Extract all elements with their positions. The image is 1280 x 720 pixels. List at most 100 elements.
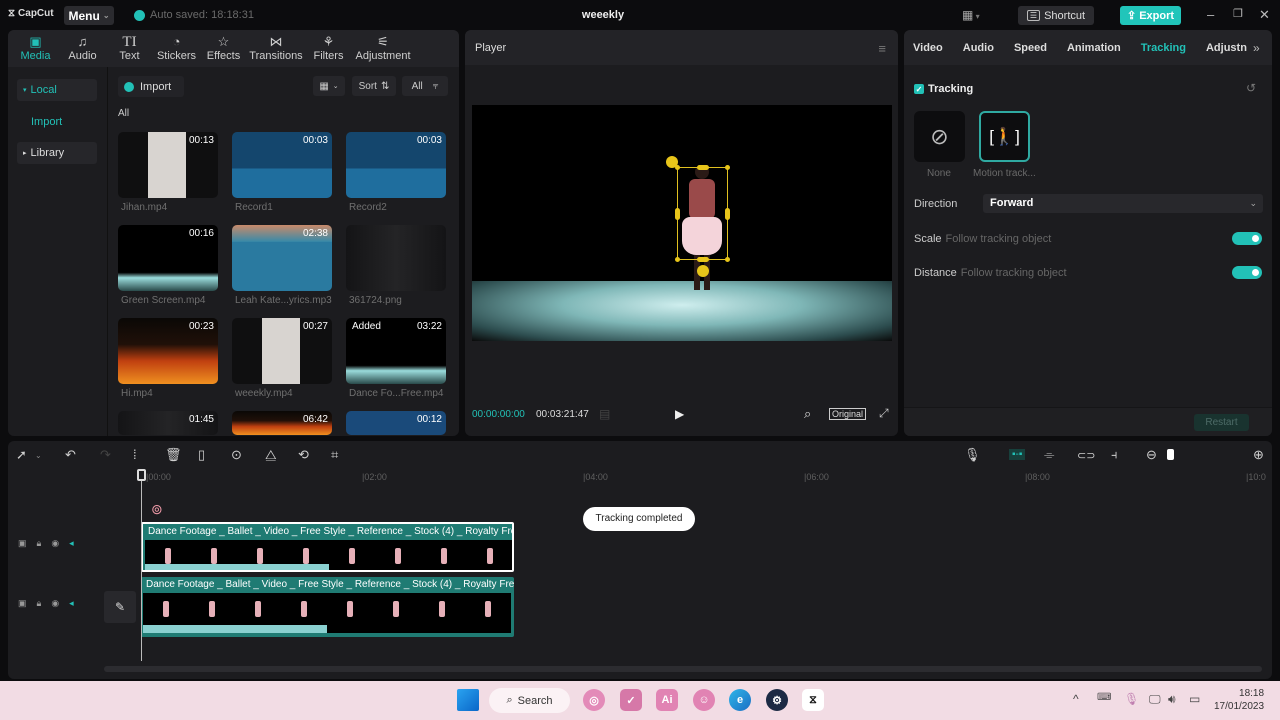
tab-audio[interactable]: ♫ Audio xyxy=(59,30,106,67)
tab-adjustment[interactable]: Adjustn xyxy=(1206,42,1247,54)
edge-icon[interactable]: e xyxy=(729,689,751,711)
eye-icon[interactable]: ◉ xyxy=(51,598,59,609)
cover-icon[interactable]: ▣ xyxy=(18,598,27,609)
lock-icon[interactable]: 🔒︎ xyxy=(37,598,42,609)
edit-cover-button[interactable]: ✎ xyxy=(104,591,136,623)
restart-button[interactable]: Restart xyxy=(1194,414,1249,431)
media-item-thumbnail[interactable]: 01:45 xyxy=(118,411,218,435)
tracking-option-none[interactable]: ⊘ xyxy=(914,111,965,162)
rotate-icon[interactable]: ⟲ xyxy=(298,447,309,463)
ratio-button[interactable]: Original xyxy=(829,408,867,420)
layout-button[interactable]: ▦ ▾ xyxy=(962,8,980,22)
play-icon[interactable]: ▶ xyxy=(675,407,684,421)
playhead-line[interactable] xyxy=(141,471,142,661)
video-preview[interactable] xyxy=(472,105,892,341)
sidebar-item-import[interactable]: Import xyxy=(17,111,97,133)
export-button[interactable]: ⇪ Export xyxy=(1120,6,1181,25)
resize-handle[interactable] xyxy=(697,165,709,170)
close-icon[interactable]: ✕ xyxy=(1259,7,1270,23)
media-item-thumbnail[interactable]: 00:16 xyxy=(118,225,218,291)
zoom-slider-handle[interactable] xyxy=(1167,449,1174,460)
zoom-out-icon[interactable]: ⊖ xyxy=(1146,447,1157,463)
eye-icon[interactable]: ◉ xyxy=(51,538,59,549)
media-item-thumbnail[interactable]: 00:27 xyxy=(232,318,332,384)
resize-handle[interactable] xyxy=(675,165,680,170)
delete-icon[interactable]: 🗑 xyxy=(165,447,182,463)
split-icon[interactable]: ⁞ xyxy=(133,447,137,462)
shortcut-button[interactable]: ☰ Shortcut xyxy=(1018,6,1094,25)
distance-toggle[interactable] xyxy=(1232,266,1262,279)
mirror-icon[interactable]: ⧋ xyxy=(265,447,277,463)
filter-button[interactable]: All ⫧ xyxy=(402,76,448,96)
select-tool-icon[interactable]: ➚ xyxy=(16,447,27,463)
more-tabs-icon[interactable]: » xyxy=(1253,41,1260,55)
obs-icon[interactable]: ◎ xyxy=(583,689,605,711)
timeline-scrollbar[interactable] xyxy=(104,666,1262,672)
audio-mute-icon[interactable]: ◂ xyxy=(69,538,74,549)
network-icon[interactable]: 🖵 xyxy=(1149,692,1161,707)
tracking-option-motion[interactable]: [🚶] xyxy=(979,111,1030,162)
scale-toggle[interactable] xyxy=(1232,232,1262,245)
steam-icon[interactable]: ⚙ xyxy=(766,689,788,711)
lock-icon[interactable]: 🔒︎ xyxy=(37,538,42,549)
tab-speed[interactable]: Speed xyxy=(1014,42,1047,54)
volume-icon[interactable]: 🔊︎ xyxy=(1168,692,1176,707)
microphone-tray-icon[interactable]: 🎙 xyxy=(1124,692,1139,706)
playhead-handle[interactable] xyxy=(137,469,146,481)
tab-animation[interactable]: Animation xyxy=(1067,42,1121,54)
tab-effects[interactable]: ☆ Effects xyxy=(200,30,247,67)
link-icon[interactable]: ⊂⊃ xyxy=(1077,449,1095,462)
discord-icon[interactable]: ☺ xyxy=(693,689,715,711)
waveform-icon[interactable]: ▤ xyxy=(599,407,610,421)
undo-icon[interactable]: ↶ xyxy=(65,447,76,463)
redo-icon[interactable]: ↷ xyxy=(100,447,111,463)
reset-icon[interactable]: ↺ xyxy=(1246,81,1256,95)
taskbar-search[interactable]: ⌕ Search xyxy=(489,688,570,713)
resize-handle[interactable] xyxy=(675,257,680,262)
media-item-thumbnail[interactable]: 03:22 Added xyxy=(346,318,446,384)
fullscreen-icon[interactable]: ⤢ xyxy=(879,406,889,421)
cover-icon[interactable]: ▣ xyxy=(18,538,27,549)
view-mode-button[interactable]: ▦ ⌄ xyxy=(313,76,345,96)
media-item-thumbnail[interactable]: 00:23 xyxy=(118,318,218,384)
tab-media[interactable]: ▣ Media xyxy=(12,30,59,67)
tab-stickers[interactable]: ◔ Stickers xyxy=(153,30,200,67)
minimize-icon[interactable]: – xyxy=(1207,7,1214,22)
tab-filters[interactable]: ⚘ Filters xyxy=(305,30,352,67)
battery-icon[interactable]: ▭ xyxy=(1189,692,1200,706)
resize-handle[interactable] xyxy=(725,257,730,262)
main-track-magnet-icon[interactable]: ▪-▪ xyxy=(1009,449,1026,460)
microphone-icon[interactable]: 🎙 xyxy=(964,447,981,463)
menu-button[interactable]: Menu ⌄ xyxy=(64,6,114,25)
resize-handle[interactable] xyxy=(697,257,709,262)
media-item-thumbnail[interactable] xyxy=(346,225,446,291)
tab-tracking[interactable]: Tracking xyxy=(1141,42,1186,54)
capcut-taskbar-icon[interactable]: ⧖ xyxy=(802,689,824,711)
show-hidden-icons[interactable]: ^ xyxy=(1073,692,1079,706)
keyboard-icon[interactable]: ⌨ xyxy=(1097,692,1111,703)
sort-button[interactable]: Sort ⇅ xyxy=(352,76,396,96)
freeze-icon[interactable]: ▯ xyxy=(198,447,205,463)
tracking-keyframe-icon[interactable]: ⊚ xyxy=(151,501,163,518)
pinned-app-icon[interactable]: ✓ xyxy=(620,689,642,711)
tracking-box[interactable] xyxy=(666,156,730,277)
media-item-thumbnail[interactable]: 02:38 xyxy=(232,225,332,291)
hamburger-menu-icon[interactable]: ≡ xyxy=(878,41,886,56)
zoom-frame-icon[interactable]: ⌕ xyxy=(804,406,811,422)
audio-mute-icon[interactable]: ◂ xyxy=(69,598,74,609)
tab-video[interactable]: Video xyxy=(913,42,943,54)
restore-icon[interactable]: ❐ xyxy=(1233,7,1243,20)
media-item-thumbnail[interactable]: 00:03 xyxy=(346,132,446,198)
video-clip-selected[interactable]: Dance Footage _ Ballet _ Video _ Free St… xyxy=(141,522,514,572)
direction-select[interactable]: Forward ⌄ xyxy=(983,194,1263,213)
media-item-thumbnail[interactable]: 00:12 xyxy=(346,411,446,435)
tab-adjustment[interactable]: ⚟ Adjustment xyxy=(352,30,414,67)
resize-handle[interactable] xyxy=(675,208,680,220)
video-clip[interactable]: Dance Footage _ Ballet _ Video _ Free St… xyxy=(141,577,514,637)
tab-audio[interactable]: Audio xyxy=(963,42,994,54)
sidebar-item-library[interactable]: ▸ Library xyxy=(17,142,97,164)
media-item-thumbnail[interactable]: 00:13 xyxy=(118,132,218,198)
resize-handle[interactable] xyxy=(725,208,730,220)
auto-snap-icon[interactable]: ⌯ xyxy=(1044,447,1054,463)
rotate-handle[interactable] xyxy=(697,265,709,277)
